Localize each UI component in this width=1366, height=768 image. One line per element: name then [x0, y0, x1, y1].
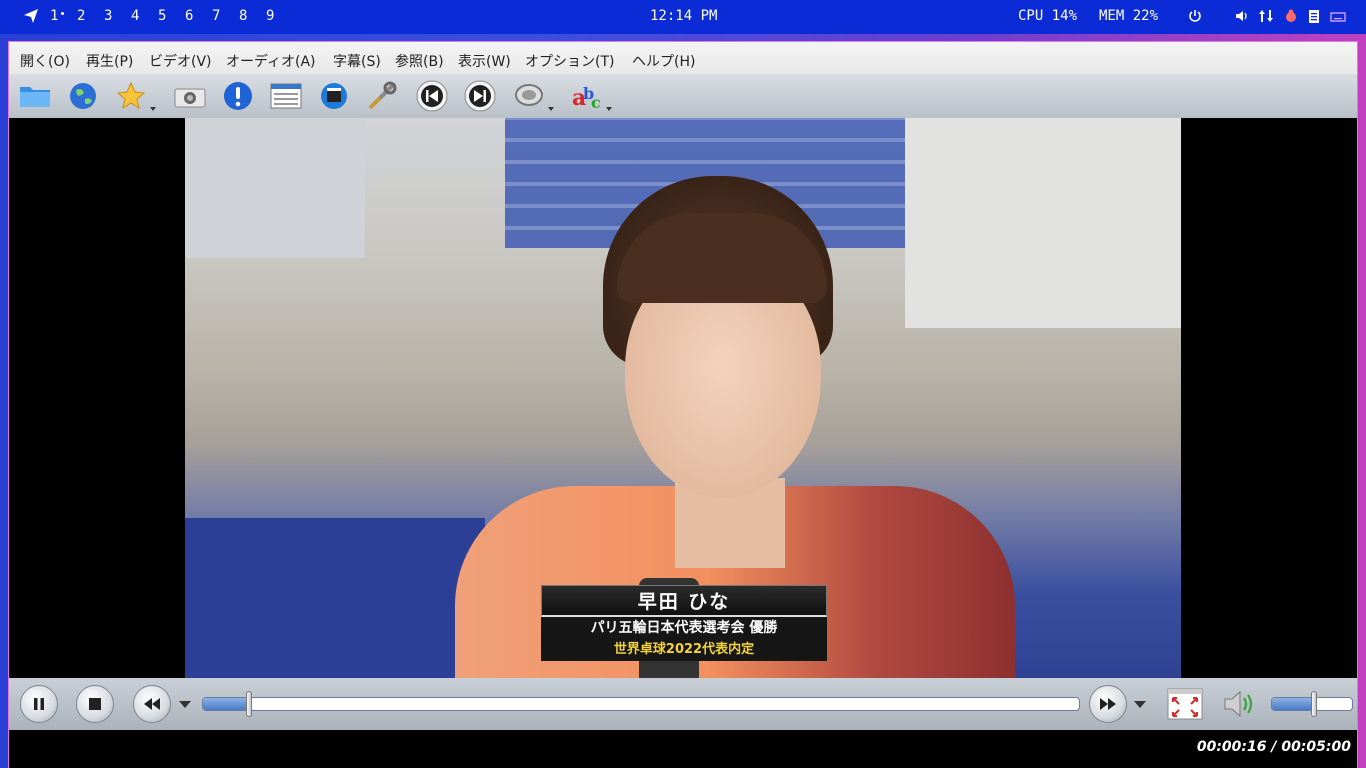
fast-forward-dropdown-icon[interactable] — [1134, 701, 1146, 708]
volume-handle[interactable] — [1310, 691, 1317, 717]
folder-icon[interactable] — [18, 79, 52, 113]
menu-play[interactable]: 再生(P) — [86, 51, 133, 71]
top-panel: 1 2 3 4 5 6 7 8 9 12:14 PM CPU 14% MEM 2… — [0, 0, 1366, 34]
time-display: 00:00:16 / 00:05:00 — [1196, 739, 1351, 755]
workspace-1[interactable]: 1 — [50, 8, 58, 24]
active-workspace-dot — [61, 12, 64, 15]
media-player-window: 開く(O) 再生(P) ビデオ(V) オーディオ(A) 字幕(S) 参照(B) … — [8, 41, 1358, 768]
pause-button[interactable] — [20, 685, 58, 723]
mute-button[interactable] — [1221, 687, 1259, 721]
status-bar: 00:00:16 / 00:05:00 — [9, 730, 1357, 768]
stop-button[interactable] — [76, 685, 114, 723]
menu-view[interactable]: 表示(W) — [458, 51, 511, 71]
power-icon[interactable] — [1187, 8, 1203, 24]
speaker-icon — [1224, 690, 1253, 718]
app-launcher-icon[interactable] — [22, 7, 40, 25]
video-table-tennis-table — [185, 518, 485, 678]
video-background-wall — [185, 118, 365, 258]
preferences-tools-icon[interactable] — [365, 79, 399, 113]
stop-icon — [89, 698, 101, 710]
workspace-4[interactable]: 4 — [131, 8, 139, 24]
next-icon[interactable] — [463, 79, 497, 113]
video-frame[interactable]: 早田 ひな パリ五輪日本代表選考会 優勝 世界卓球2022代表内定 — [185, 118, 1181, 678]
volume-icon[interactable] — [1234, 8, 1250, 24]
control-bar — [9, 678, 1357, 730]
cpu-usage: CPU 14% — [1018, 8, 1078, 24]
keyboard-icon[interactable] — [1330, 8, 1346, 24]
info-icon[interactable] — [221, 79, 255, 113]
globe-icon[interactable] — [66, 79, 100, 113]
screenshot-camera-icon[interactable] — [173, 79, 207, 113]
previous-icon[interactable] — [415, 79, 449, 113]
workspace-7[interactable]: 7 — [212, 8, 220, 24]
rewind-icon — [144, 698, 160, 710]
caption-line-2: 世界卓球2022代表内定 — [541, 639, 827, 661]
menu-help[interactable]: ヘルプ(H) — [632, 51, 695, 71]
workspace-5[interactable]: 5 — [158, 8, 166, 24]
workspace-2[interactable]: 2 — [77, 8, 85, 24]
volume-slider-fill — [1272, 698, 1315, 710]
caption-line-1: パリ五輪日本代表選考会 優勝 — [541, 617, 827, 639]
caption-name: 早田 ひな — [541, 585, 827, 617]
fullscreen-icon — [1167, 688, 1203, 720]
audio-track-icon[interactable] — [512, 79, 554, 113]
subtitles-icon[interactable]: abc — [570, 79, 612, 113]
menu-subtitles[interactable]: 字幕(S) — [333, 51, 381, 71]
menu-options[interactable]: オプション(T) — [525, 51, 614, 71]
video-equalizer-icon[interactable] — [317, 79, 351, 113]
menu-bar: 開く(O) 再生(P) ビデオ(V) オーディオ(A) 字幕(S) 参照(B) … — [9, 42, 1357, 74]
lower-third-caption: 早田 ひな パリ五輪日本代表選考会 優勝 世界卓球2022代表内定 — [541, 585, 827, 665]
fast-forward-icon — [1100, 698, 1116, 710]
rewind-dropdown-icon[interactable] — [179, 701, 191, 708]
rewind-button[interactable] — [133, 685, 171, 723]
video-person-bangs — [617, 213, 827, 303]
workspace-9[interactable]: 9 — [266, 8, 274, 24]
network-icon[interactable] — [1258, 8, 1274, 24]
seek-handle[interactable] — [245, 691, 252, 717]
mem-usage: MEM 22% — [1099, 8, 1159, 24]
favorites-star-icon[interactable] — [114, 79, 156, 113]
fast-forward-button[interactable] — [1089, 685, 1127, 723]
playlist-icon[interactable] — [269, 79, 303, 113]
workspace-3[interactable]: 3 — [104, 8, 112, 24]
bug-icon[interactable] — [1283, 8, 1299, 24]
svg-text:c: c — [591, 93, 601, 111]
seek-bar[interactable] — [202, 697, 1080, 711]
workspace-8[interactable]: 8 — [239, 8, 247, 24]
clock[interactable]: 12:14 PM — [650, 8, 717, 24]
menu-audio[interactable]: オーディオ(A) — [226, 51, 316, 71]
video-background-wall-right — [905, 118, 1181, 328]
fullscreen-button[interactable] — [1167, 688, 1203, 720]
menu-browse[interactable]: 参照(B) — [395, 51, 444, 71]
seek-bar-fill — [203, 698, 250, 710]
menu-video[interactable]: ビデオ(V) — [149, 51, 212, 71]
workspace-6[interactable]: 6 — [185, 8, 193, 24]
clipboard-icon[interactable] — [1306, 8, 1322, 24]
pause-icon — [34, 698, 44, 710]
menu-open[interactable]: 開く(O) — [20, 51, 70, 71]
toolbar: abc — [9, 74, 1357, 118]
